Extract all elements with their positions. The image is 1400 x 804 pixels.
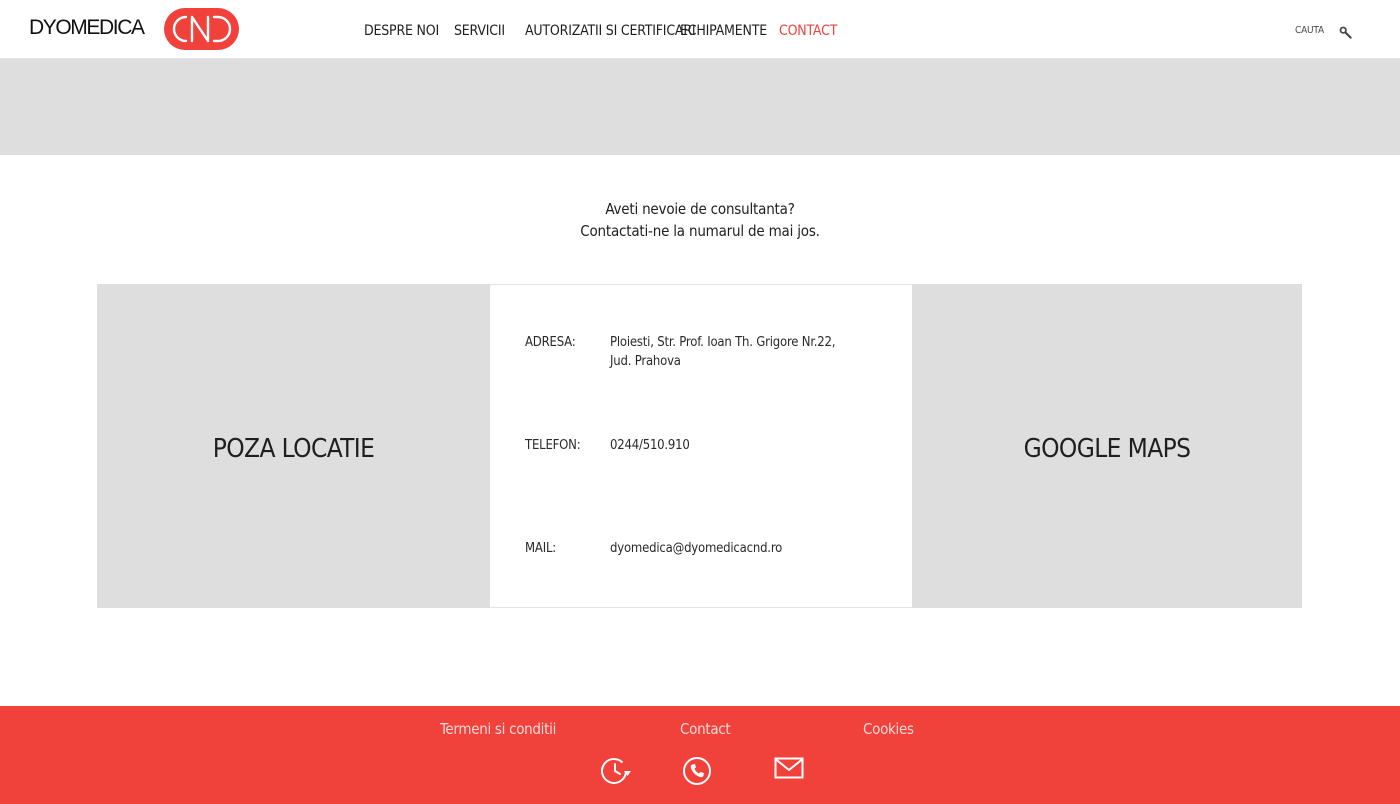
logo-wordmark: DYOMEDICA (29, 16, 145, 39)
site-footer: Termeni si conditii Contact Cookies (0, 706, 1400, 804)
photo-caption: POZA LOCATIE (212, 434, 375, 464)
nav-item-contact[interactable]: CONTACT (779, 22, 837, 40)
google-maps-placeholder[interactable]: GOOGLE MAPS (912, 284, 1302, 608)
nav-item-autorizatii[interactable]: AUTORIZATII SI CERTIFICARI (525, 22, 696, 40)
search-label[interactable]: CAUTA (1295, 25, 1324, 37)
logo-badge (164, 8, 239, 50)
site-logo[interactable]: DYOMEDICA (29, 8, 241, 50)
intro-callout: Contactati-ne la numarul de mai jos. (580, 222, 820, 240)
map-caption: GOOGLE MAPS (1023, 434, 1191, 464)
envelope-icon[interactable] (774, 756, 804, 784)
contact-intro: Aveti nevoie de consultanta? Contactati-… (400, 198, 1000, 242)
address-line-street: Ploiesti, Str. Prof. Ioan Th. Grigore Nr… (610, 335, 836, 350)
contact-details: ADRESA: Ploiesti, Str. Prof. Ioan Th. Gr… (490, 284, 912, 608)
address-label: ADRESA: (525, 335, 576, 350)
magnifier-icon[interactable] (1338, 24, 1352, 39)
footer-link-terms[interactable]: Termeni si conditii (440, 720, 556, 738)
clock-icon[interactable] (600, 756, 632, 790)
footer-link-contact[interactable]: Contact (680, 720, 731, 738)
address-line-county: Jud. Prahova (610, 354, 681, 369)
mail-value[interactable]: dyomedica@dyomedicacnd.ro (610, 539, 782, 558)
nav-item-servicii[interactable]: SERVICII (454, 22, 505, 40)
logo-cnd-mark (172, 15, 232, 43)
address-value: Ploiesti, Str. Prof. Ioan Th. Grigore Nr… (610, 333, 835, 371)
site-header: DYOMEDICA DESPRE NOI SERVICII AUTORIZATI… (0, 0, 1400, 59)
nav-item-echipamente[interactable]: ECHIPAMENTE (680, 22, 767, 40)
nav-item-despre-noi[interactable]: DESPRE NOI (364, 22, 439, 40)
phone-value[interactable]: 0244/510.910 (610, 436, 690, 455)
intro-question: Aveti nevoie de consultanta? (605, 200, 795, 218)
footer-link-cookies[interactable]: Cookies (863, 720, 914, 738)
location-photo-placeholder: POZA LOCATIE (97, 284, 490, 608)
phone-icon[interactable] (682, 756, 712, 790)
mail-label: MAIL: (525, 541, 556, 556)
hero-banner (0, 59, 1400, 155)
phone-label: TELEFON: (525, 438, 581, 453)
